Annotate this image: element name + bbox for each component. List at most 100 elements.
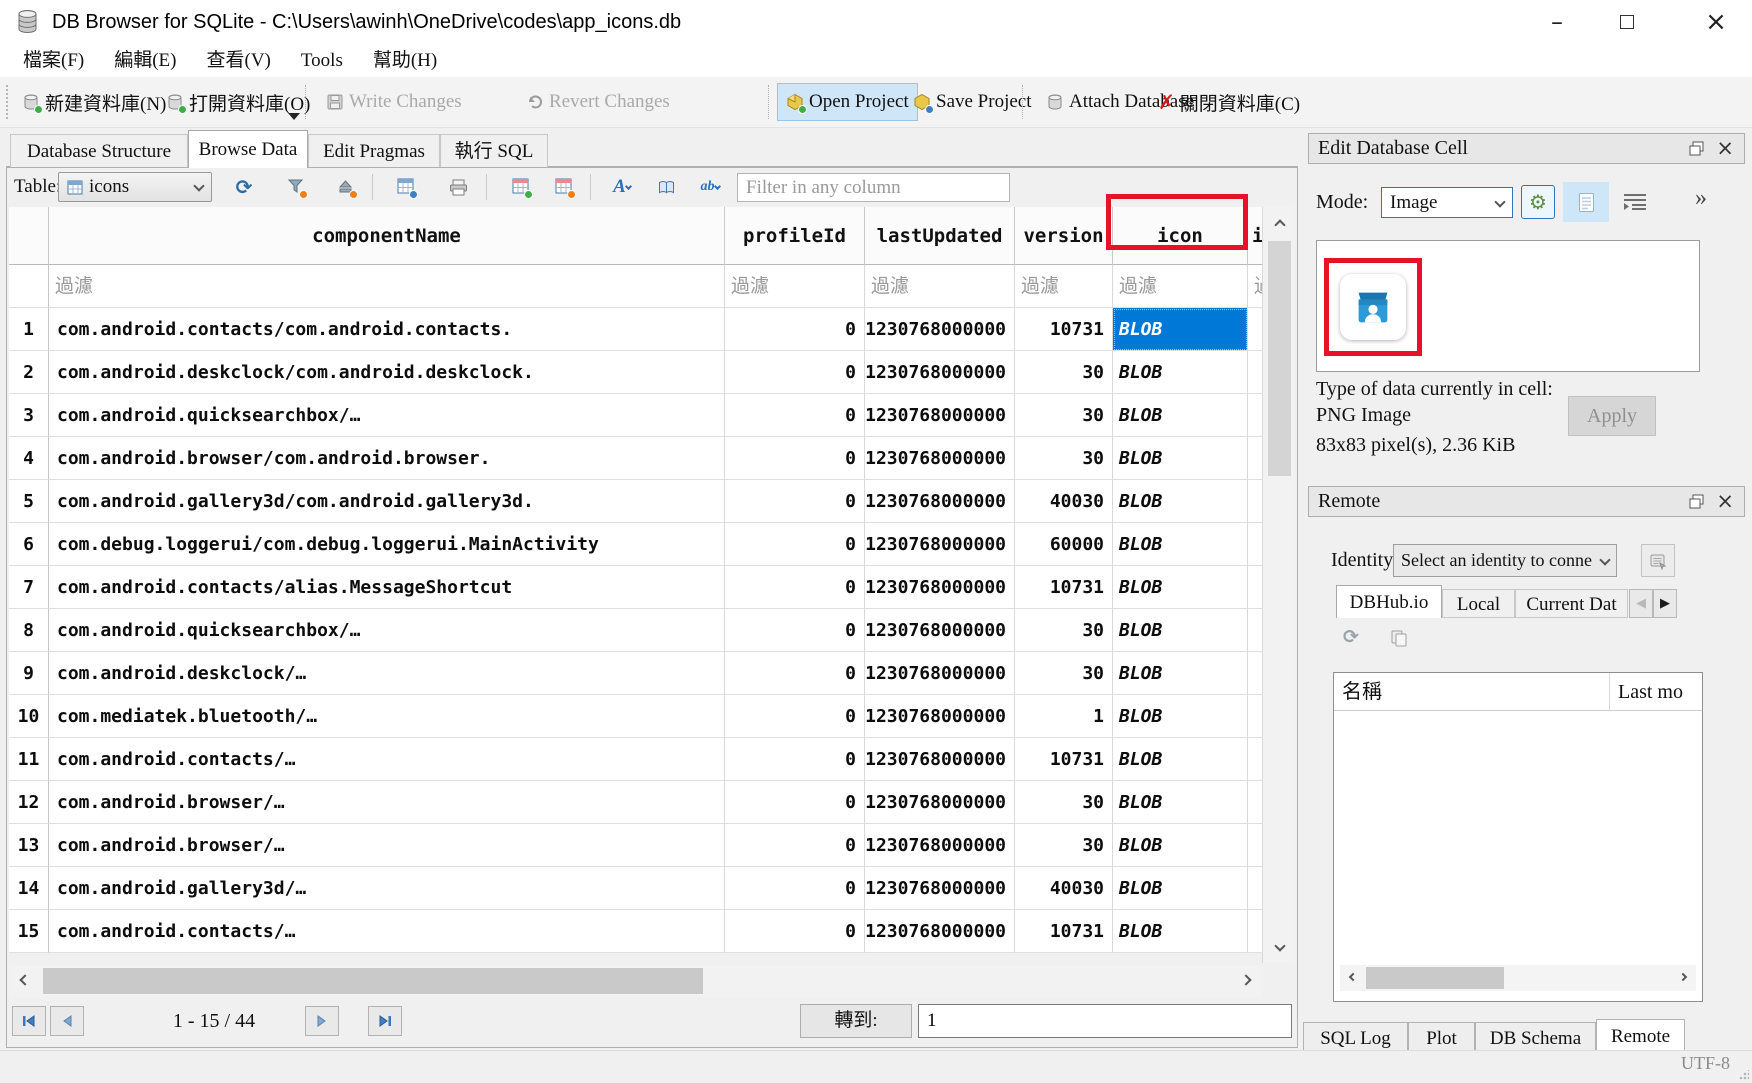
last-page-button[interactable]	[368, 1006, 402, 1036]
cell-profileId[interactable]: 0	[725, 738, 865, 781]
apply-button[interactable]: Apply	[1568, 396, 1656, 436]
remote-list-scrollbar[interactable]	[1340, 965, 1696, 991]
cell-version[interactable]: 40030	[1015, 480, 1113, 523]
cell-partial[interactable]	[1248, 652, 1262, 695]
remote-list-column-name[interactable]: 名稱	[1342, 673, 1382, 711]
cell-profileId[interactable]: 0	[725, 480, 865, 523]
save-project-button[interactable]: Save Project	[905, 83, 1040, 121]
cell-version[interactable]: 40030	[1015, 867, 1113, 910]
scroll-down-arrow[interactable]	[1263, 933, 1296, 961]
insert-record-button[interactable]	[505, 172, 537, 202]
close-database-button[interactable]: ✗ 關閉資料庫(C)	[1150, 83, 1308, 121]
cell-componentName[interactable]: com.android.deskclock/…	[49, 652, 725, 695]
remote-tab-current-database[interactable]: Current Dat	[1515, 589, 1628, 618]
dock-tab-sql-log[interactable]: SQL Log	[1303, 1022, 1408, 1053]
cell-componentName[interactable]: com.android.quicksearchbox/…	[49, 394, 725, 437]
cell-partial[interactable]	[1248, 308, 1262, 351]
cell-componentName[interactable]: com.android.contacts/…	[49, 910, 725, 953]
cell-icon-blob[interactable]: BLOB	[1113, 609, 1248, 652]
row-number[interactable]: 15	[9, 910, 49, 953]
revert-changes-button[interactable]: Revert Changes	[518, 83, 678, 121]
cell-partial[interactable]	[1248, 566, 1262, 609]
remote-database-list[interactable]: 名稱 Last mo	[1333, 672, 1703, 1002]
cell-lastUpdated[interactable]: 1230768000000	[865, 566, 1015, 609]
cell-version[interactable]: 1	[1015, 695, 1113, 738]
cell-componentName[interactable]: com.android.browser/…	[49, 824, 725, 867]
minimize-button[interactable]: –	[1528, 0, 1586, 44]
cell-componentName[interactable]: com.android.browser/com.android.browser.	[49, 437, 725, 480]
cell-version[interactable]: 30	[1015, 781, 1113, 824]
column-header-componentName[interactable]: componentName	[49, 207, 725, 265]
cell-lastUpdated[interactable]: 1230768000000	[865, 480, 1015, 523]
menu-item[interactable]: 檔案(F)	[8, 44, 99, 77]
goto-button[interactable]: 轉到:	[800, 1004, 912, 1038]
cell-profileId[interactable]: 0	[725, 609, 865, 652]
cell-icon-blob[interactable]: BLOB	[1113, 523, 1248, 566]
cell-componentName[interactable]: com.mediatek.bluetooth/…	[49, 695, 725, 738]
menu-item[interactable]: 查看(V)	[192, 44, 286, 77]
cell-lastUpdated[interactable]: 1230768000000	[865, 437, 1015, 480]
float-panel-icon[interactable]	[1689, 494, 1704, 509]
close-panel-icon[interactable]: ×	[1716, 134, 1734, 163]
cell-icon-blob[interactable]: BLOB	[1113, 781, 1248, 824]
cell-componentName[interactable]: com.android.deskclock/com.android.deskcl…	[49, 351, 725, 394]
next-page-button[interactable]	[305, 1006, 339, 1036]
scroll-right-arrow[interactable]	[1230, 965, 1262, 997]
maximize-button[interactable]	[1598, 0, 1656, 44]
cell-profileId[interactable]: 0	[725, 308, 865, 351]
cell-icon-blob[interactable]: BLOB	[1113, 738, 1248, 781]
format-ab-button[interactable]: ab	[694, 172, 726, 202]
filter-input-partial[interactable]: 過濾	[1248, 265, 1262, 308]
cell-profileId[interactable]: 0	[725, 695, 865, 738]
row-number[interactable]: 5	[9, 480, 49, 523]
close-button[interactable]: ×	[1680, 0, 1752, 44]
cell-icon-blob[interactable]: BLOB	[1113, 566, 1248, 609]
float-panel-icon[interactable]	[1689, 141, 1704, 156]
horizontal-scrollbar[interactable]	[9, 965, 1262, 997]
row-number[interactable]: 13	[9, 824, 49, 867]
cell-lastUpdated[interactable]: 1230768000000	[865, 609, 1015, 652]
cell-componentName[interactable]: com.android.contacts/com.android.contact…	[49, 308, 725, 351]
cell-lastUpdated[interactable]: 1230768000000	[865, 781, 1015, 824]
column-header-version[interactable]: version	[1015, 207, 1113, 265]
open-database-dropdown-caret[interactable]	[288, 113, 300, 120]
corner-header-cell[interactable]	[9, 207, 49, 265]
identity-dropdown[interactable]: Select an identity to conne	[1393, 544, 1617, 577]
word-wrap-icon[interactable]	[1622, 192, 1648, 212]
cell-version[interactable]: 30	[1015, 437, 1113, 480]
cell-profileId[interactable]: 0	[725, 781, 865, 824]
refresh-button[interactable]: ⟳	[228, 172, 260, 202]
table-select-dropdown[interactable]: icons	[58, 172, 212, 202]
scroll-up-arrow[interactable]	[1263, 209, 1296, 237]
cell-lastUpdated[interactable]: 1230768000000	[865, 910, 1015, 953]
cell-icon-blob[interactable]: BLOB	[1113, 910, 1248, 953]
row-number[interactable]: 3	[9, 394, 49, 437]
scroll-left-arrow[interactable]	[9, 965, 41, 997]
cell-lastUpdated[interactable]: 1230768000000	[865, 738, 1015, 781]
cell-icon-blob[interactable]: BLOB	[1113, 824, 1248, 867]
menu-item[interactable]: 幫助(H)	[358, 44, 452, 77]
cell-lastUpdated[interactable]: 1230768000000	[865, 824, 1015, 867]
cell-version[interactable]: 30	[1015, 824, 1113, 867]
tab-execute-sql[interactable]: 執行 SQL	[440, 134, 548, 167]
filter-input-lastUpdated[interactable]: 過濾	[865, 265, 1015, 308]
cell-icon-blob[interactable]: BLOB	[1113, 351, 1248, 394]
new-record-button[interactable]	[390, 172, 422, 202]
dock-tab-plot[interactable]: Plot	[1408, 1022, 1475, 1053]
cell-profileId[interactable]: 0	[725, 824, 865, 867]
cell-lastUpdated[interactable]: 1230768000000	[865, 308, 1015, 351]
cell-componentName[interactable]: com.android.gallery3d/com.android.galler…	[49, 480, 725, 523]
filter-input-profileId[interactable]: 過濾	[725, 265, 865, 308]
cell-partial[interactable]	[1248, 781, 1262, 824]
column-header-icon[interactable]: icon	[1113, 207, 1248, 265]
print-button[interactable]	[442, 172, 474, 202]
filter-input-componentName[interactable]: 過濾	[49, 265, 725, 308]
cell-version[interactable]: 30	[1015, 652, 1113, 695]
cell-partial[interactable]	[1248, 695, 1262, 738]
cell-componentName[interactable]: com.android.contacts/…	[49, 738, 725, 781]
row-number[interactable]: 14	[9, 867, 49, 910]
cell-lastUpdated[interactable]: 1230768000000	[865, 867, 1015, 910]
row-number[interactable]: 4	[9, 437, 49, 480]
import-export-settings-button[interactable]: ⚙	[1521, 185, 1555, 219]
tab-database-structure[interactable]: Database Structure	[10, 134, 188, 167]
